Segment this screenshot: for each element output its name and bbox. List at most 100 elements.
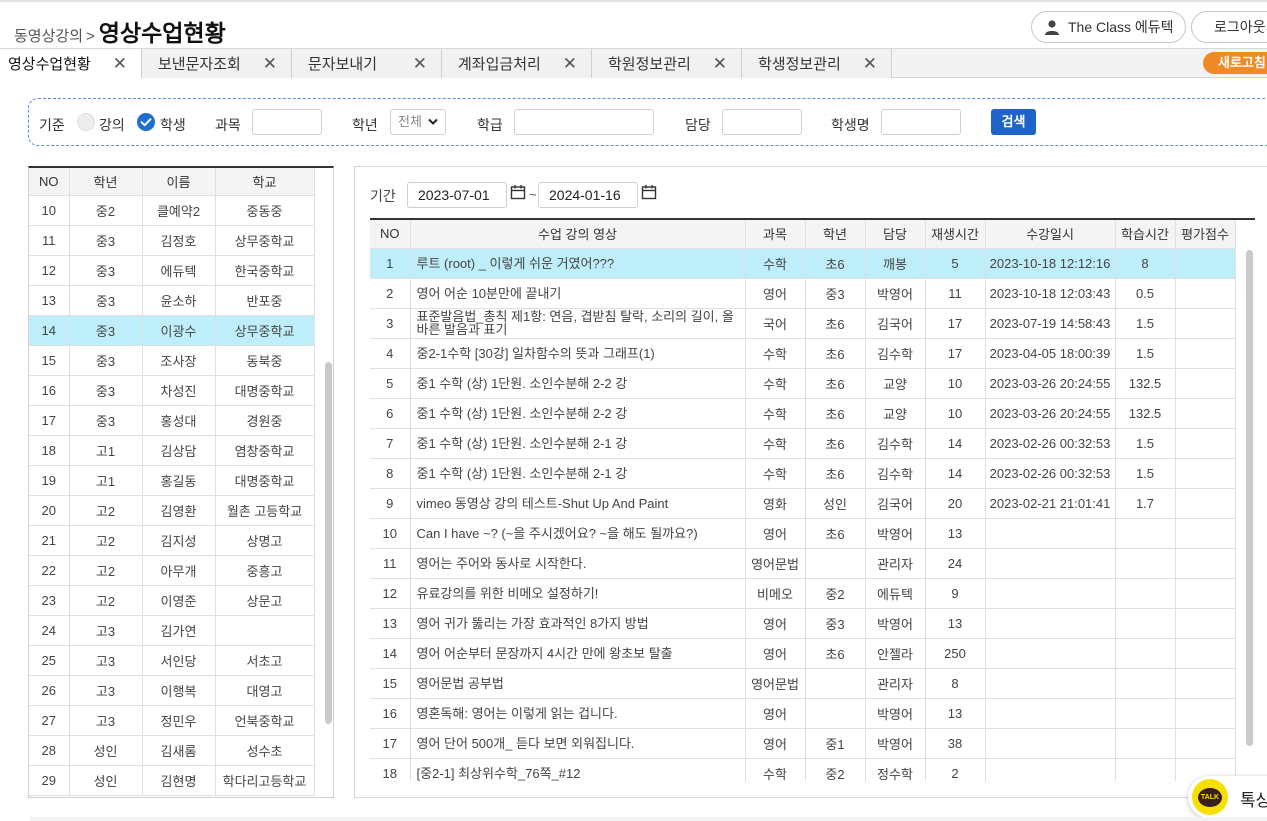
column-header[interactable]: 재생시간 bbox=[925, 220, 986, 249]
student-row[interactable]: 16 중3 차성진 대명중학교 bbox=[29, 375, 315, 406]
lesson-table-scrollbar[interactable] bbox=[1246, 250, 1253, 746]
tab-item[interactable]: 보낸문자조회 ✕ bbox=[142, 49, 292, 78]
radio-student[interactable] bbox=[137, 113, 155, 131]
talk-consult-button[interactable]: TALK 톡상담 bbox=[1188, 776, 1267, 818]
class-input[interactable] bbox=[514, 109, 654, 135]
close-icon[interactable]: ✕ bbox=[563, 54, 577, 74]
table-cell bbox=[1115, 578, 1176, 609]
calendar-icon[interactable] bbox=[510, 184, 526, 200]
lesson-row[interactable]: 13 영어 귀가 뚫리는 가장 효과적인 8가지 방법 영어 중3 박영어 13 bbox=[370, 608, 1236, 639]
student-row[interactable]: 15 중3 조사장 동북중 bbox=[29, 345, 315, 376]
period-end-input[interactable]: 2024-01-16 bbox=[538, 182, 638, 208]
column-header[interactable]: 평가점수 bbox=[1175, 220, 1236, 249]
student-row[interactable]: 26 고3 이행복 대영고 bbox=[29, 675, 315, 706]
search-button[interactable]: 검색 bbox=[991, 109, 1036, 135]
table-cell: 2023-04-05 18:00:39 bbox=[985, 338, 1116, 369]
table-cell: 0.5 bbox=[1115, 278, 1176, 309]
grade-select[interactable]: 전체 bbox=[390, 109, 446, 135]
lesson-row[interactable]: 4 중2-1수학 [30강] 일차함수의 뜻과 그래프(1) 수학 초6 김수학 17 20… bbox=[370, 338, 1236, 369]
tab-item[interactable]: 학원정보관리 ✕ bbox=[592, 49, 742, 78]
column-header[interactable]: 학교 bbox=[215, 168, 315, 196]
lesson-row[interactable]: 6 중1 수학 (상) 1단원. 소인수분해 2-2 강 수학 초6 교양 10 2023-… bbox=[370, 398, 1236, 429]
student-row[interactable]: 28 성인 김새롬 성수초 bbox=[29, 735, 315, 766]
student-row[interactable]: 12 중3 에듀텍 한국중학교 bbox=[29, 255, 315, 286]
lesson-row[interactable]: 3 표준발음법_총칙 제1항: 연음, 겹받침 탈락, 소리의 길이, 올바른 발… bbox=[370, 308, 1236, 339]
student-row[interactable]: 13 중3 윤소하 반포중 bbox=[29, 285, 315, 316]
column-header[interactable]: 수업 강의 영상 bbox=[410, 220, 746, 249]
student-row[interactable]: 25 고3 서인당 서초고 bbox=[29, 645, 315, 676]
tab-item[interactable]: 문자보내기 ✕ bbox=[292, 49, 442, 78]
lesson-row[interactable]: 14 영어 어순부터 문장까지 4시간 만에 왕초보 탈출 영어 초6 안젤라 250 bbox=[370, 638, 1236, 669]
student-row[interactable]: 27 고3 정민우 언북중학교 bbox=[29, 705, 315, 736]
student-row[interactable]: 29 성인 김현명 학다리고등학교 bbox=[29, 765, 315, 796]
student-row[interactable]: 17 중3 홍성대 경원중 bbox=[29, 405, 315, 436]
column-header[interactable]: 학년 bbox=[69, 168, 143, 196]
table-cell: 영어 bbox=[745, 728, 806, 759]
student-row[interactable]: 20 고2 김영환 월촌 고등학교 bbox=[29, 495, 315, 526]
lesson-row[interactable]: 12 유료강의를 위한 비메오 설정하기! 비메오 중2 에듀텍 9 bbox=[370, 578, 1236, 609]
radio-lecture-label[interactable]: 강의 bbox=[99, 115, 125, 135]
table-cell: 유료강의를 위한 비메오 설정하기! bbox=[410, 578, 746, 609]
teacher-input[interactable] bbox=[722, 109, 802, 135]
lesson-row[interactable]: 9 vimeo 동영상 강의 테스트-Shut Up And Paint 영화 성인 김… bbox=[370, 488, 1236, 519]
lesson-row[interactable]: 1 루트 (root) _ 이렇게 쉬운 거였어??? 수학 초6 깨봉 5 2023-10… bbox=[370, 248, 1236, 279]
lesson-row[interactable]: 2 영어 어순 10분만에 끝내기 영어 중3 박영어 11 2023-10-18 12:0… bbox=[370, 278, 1236, 309]
lesson-row[interactable]: 11 영어는 주어와 동사로 시작한다. 영어문법 관리자 24 bbox=[370, 548, 1236, 579]
table-cell: 클예약2 bbox=[142, 195, 216, 226]
table-cell bbox=[1175, 638, 1236, 669]
column-header[interactable]: 이름 bbox=[142, 168, 216, 196]
student-row[interactable]: 24 고3 김가연 bbox=[29, 615, 315, 646]
tab-item[interactable]: 계좌입금처리 ✕ bbox=[442, 49, 592, 78]
close-icon[interactable]: ✕ bbox=[113, 54, 127, 74]
table-cell bbox=[805, 548, 866, 579]
close-icon[interactable]: ✕ bbox=[263, 54, 277, 74]
lesson-row[interactable]: 5 중1 수학 (상) 1단원. 소인수분해 2-2 강 수학 초6 교양 10 2023-… bbox=[370, 368, 1236, 399]
student-row[interactable]: 14 중3 이광수 상무중학교 bbox=[29, 315, 315, 346]
calendar-icon[interactable] bbox=[641, 184, 657, 200]
close-icon[interactable]: ✕ bbox=[413, 54, 427, 74]
student-row[interactable]: 11 중3 김정호 상무중학교 bbox=[29, 225, 315, 256]
logout-button[interactable]: 로그아웃 bbox=[1191, 11, 1267, 43]
column-header[interactable]: 과목 bbox=[745, 220, 806, 249]
breadcrumb-parent[interactable]: 동영상강의 bbox=[14, 25, 83, 46]
radio-lecture[interactable] bbox=[77, 113, 95, 131]
student-row[interactable]: 22 고2 아무개 중흥고 bbox=[29, 555, 315, 586]
lesson-row[interactable]: 18 [중2-1] 최상위수학_76쪽_#12 수학 중2 정수학 2 bbox=[370, 758, 1236, 781]
student-row[interactable]: 23 고2 이영준 상문고 bbox=[29, 585, 315, 616]
lesson-row[interactable]: 16 영혼독해: 영어는 이렇게 읽는 겁니다. 영어 박영어 13 bbox=[370, 698, 1236, 729]
lesson-row[interactable]: 17 영어 단어 500개_ 듣다 보면 외워집니다. 영어 중1 박영어 38 bbox=[370, 728, 1236, 759]
student-row[interactable]: 18 고1 김상담 염창중학교 bbox=[29, 435, 315, 466]
table-cell: 수학 bbox=[745, 458, 806, 489]
column-header[interactable]: NO bbox=[29, 168, 70, 196]
table-cell: 영어 어순 10분만에 끝내기 bbox=[410, 278, 746, 309]
column-header[interactable]: NO bbox=[370, 220, 411, 249]
tab-item[interactable]: 학생정보관리 ✕ bbox=[742, 49, 892, 78]
column-header[interactable]: 학습시간 bbox=[1115, 220, 1176, 249]
column-header[interactable]: 수강일시 bbox=[985, 220, 1116, 249]
lesson-row[interactable]: 15 영어문법 공부법 영어문법 관리자 8 bbox=[370, 668, 1236, 699]
column-header[interactable]: 학년 bbox=[805, 220, 866, 249]
close-icon[interactable]: ✕ bbox=[713, 54, 727, 74]
student-row[interactable]: 21 고2 김지성 상명고 bbox=[29, 525, 315, 556]
student-list-scrollbar[interactable] bbox=[325, 362, 332, 724]
student-name-input[interactable] bbox=[881, 109, 961, 135]
subject-input[interactable] bbox=[252, 109, 322, 135]
table-cell: 중3 bbox=[69, 375, 143, 406]
lesson-row[interactable]: 10 Can I have ~? (~을 주시겠어요? ~을 해도 될까요?) 영어… bbox=[370, 518, 1236, 549]
table-cell: 23 bbox=[29, 585, 70, 616]
table-cell: 25 bbox=[29, 645, 70, 676]
refresh-button[interactable]: 새로고침 bbox=[1203, 52, 1267, 74]
lesson-row[interactable]: 7 중1 수학 (상) 1단원. 소인수분해 2-1 강 수학 초6 김수학 14 2023… bbox=[370, 428, 1236, 459]
radio-student-label[interactable]: 학생 bbox=[160, 115, 186, 135]
table-cell bbox=[1175, 398, 1236, 429]
column-header[interactable]: 담당 bbox=[865, 220, 926, 249]
user-button[interactable]: The Class 에듀텍 bbox=[1031, 11, 1186, 43]
table-cell: 박영어 bbox=[865, 608, 926, 639]
period-start-input[interactable]: 2023-07-01 bbox=[407, 182, 507, 208]
tab-item[interactable]: 영상수업현황 ✕ bbox=[0, 49, 142, 78]
close-icon[interactable]: ✕ bbox=[863, 54, 877, 74]
student-row[interactable]: 19 고1 홍길동 대명중학교 bbox=[29, 465, 315, 496]
table-cell: 영어 단어 500개_ 듣다 보면 외워집니다. bbox=[410, 728, 746, 759]
student-row[interactable]: 10 중2 클예약2 중동중 bbox=[29, 195, 315, 226]
lesson-row[interactable]: 8 중1 수학 (상) 1단원. 소인수분해 2-1 강 수학 초6 김수학 14 2023… bbox=[370, 458, 1236, 489]
